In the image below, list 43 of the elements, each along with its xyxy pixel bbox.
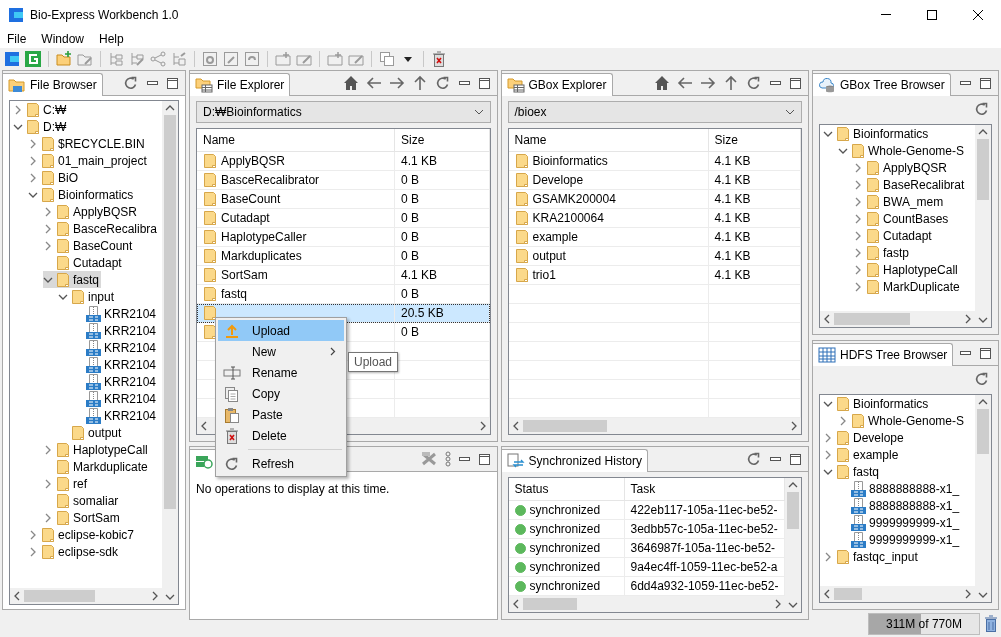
table-cell: 0 B: [395, 209, 490, 227]
table-cell: 4.1 KB: [708, 190, 801, 208]
table-cell: 0 B: [395, 171, 490, 189]
table-cell: 0 B: [395, 228, 490, 246]
file-name: Markduplicates: [221, 249, 302, 263]
file-name: output: [532, 249, 566, 263]
table-cell: 0 B: [395, 285, 490, 303]
file-name: SortSam: [221, 268, 268, 282]
table-cell: 4.1 KB: [708, 228, 801, 246]
path-text: D:₩Bioinformatics: [203, 105, 303, 119]
status-message: No operations to display at this time.: [196, 481, 391, 496]
tooltip: Upload: [348, 352, 399, 372]
memory-usage: 311M of 770M: [886, 616, 962, 631]
table-cell: 4.1 KB: [708, 171, 801, 189]
table-cell: 4.1 KB: [708, 152, 801, 170]
file-name: BasceRecalibrator: [221, 173, 320, 187]
file-name: GSAMK200004: [532, 192, 616, 206]
status-text: synchronized: [529, 503, 601, 517]
table-cell: 0 B: [395, 190, 490, 208]
status-text: synchronized: [529, 579, 601, 593]
table-cell: 4.1 KB: [395, 152, 490, 170]
table-cell: 4.1 KB: [395, 266, 490, 284]
table-cell: 4.1 KB: [708, 209, 801, 227]
status-text: synchronized: [529, 522, 601, 536]
file-name: trio1: [532, 268, 556, 282]
file-name: BaseCount: [221, 192, 281, 206]
file-name: KRA2100064: [532, 211, 604, 225]
table-cell: 20.5 KB: [395, 304, 490, 322]
file-name: fastq: [221, 287, 247, 301]
table-cell: 0 B: [395, 323, 490, 341]
file-name: Bioinformatics: [532, 154, 608, 168]
file-name: ApplyBQSR: [221, 154, 286, 168]
window-title: Bio-Express Workbench 1.0: [30, 8, 179, 22]
table-cell: 4.1 KB: [708, 247, 801, 265]
file-name: HaplotypeCaller: [221, 230, 307, 244]
path-text: /bioex: [514, 105, 548, 119]
file-name: Develope: [532, 173, 584, 187]
table-cell: 4.1 KB: [708, 266, 801, 284]
file-name: Cutadapt: [221, 211, 270, 225]
table-cell: 0 B: [395, 247, 490, 265]
file-name: example: [532, 230, 578, 244]
status-text: synchronized: [529, 541, 601, 555]
status-text: synchronized: [529, 560, 601, 574]
